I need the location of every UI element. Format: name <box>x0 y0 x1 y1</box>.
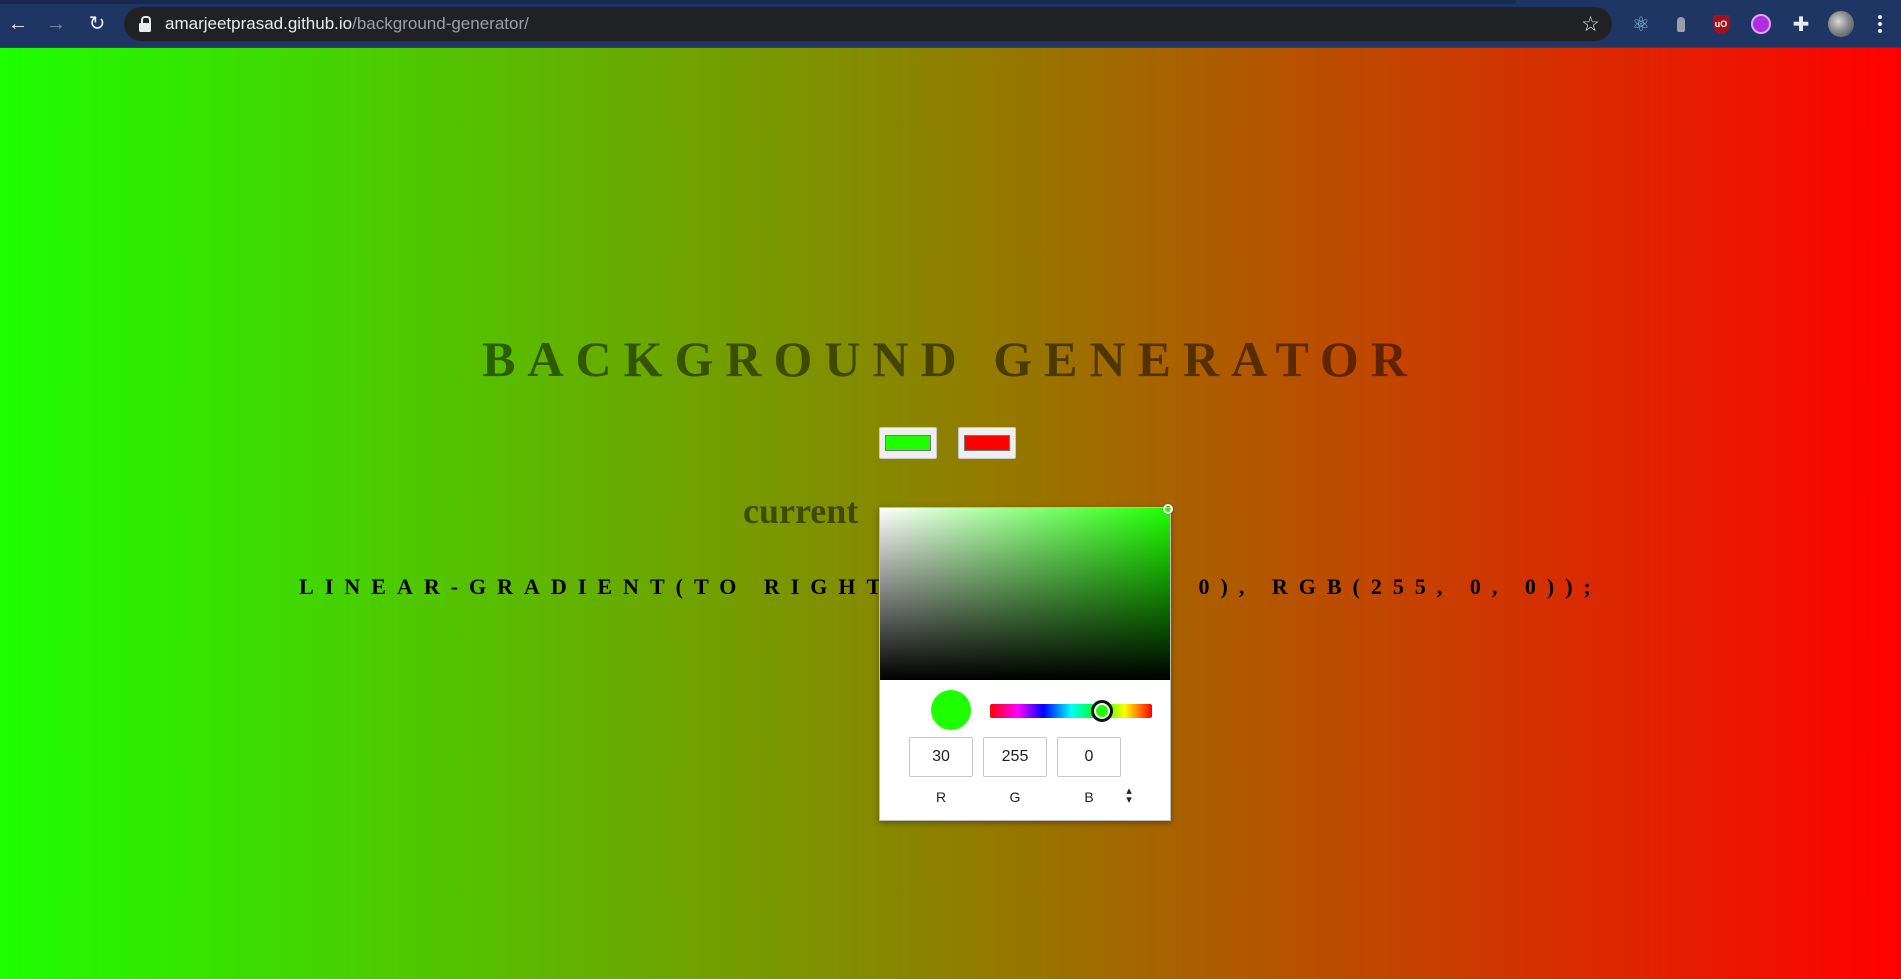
browser-menu-icon[interactable] <box>1872 10 1888 38</box>
bookmark-star-icon[interactable]: ☆ <box>1581 12 1600 37</box>
address-bar[interactable]: amarjeetprasad.github.io/background-gene… <box>124 7 1612 41</box>
purple-extension-icon[interactable] <box>1749 12 1773 36</box>
ublock-origin-icon[interactable]: uO <box>1709 12 1733 36</box>
tab-strip-edge <box>0 0 1516 4</box>
browser-toolbar: ← → ↻ amarjeetprasad.github.io/backgroun… <box>0 0 1901 48</box>
color-input-2[interactable] <box>958 427 1016 459</box>
format-toggle-icon[interactable]: ▴ ▾ <box>1123 786 1135 806</box>
bottle-extension-icon[interactable] <box>1669 12 1693 36</box>
color-2-swatch <box>964 435 1010 451</box>
color-picker-popup: R G B ▴▾ <box>879 504 1173 821</box>
g-label: G <box>1009 789 1021 805</box>
react-devtools-icon[interactable]: ⚛ <box>1629 12 1653 36</box>
url-host: amarjeetprasad.github.io <box>165 14 353 33</box>
r-label: R <box>935 789 947 805</box>
page-title: BACKGROUND GENERATOR <box>482 331 1419 387</box>
b-label: B <box>1084 789 1094 805</box>
hue-slider[interactable] <box>990 704 1152 718</box>
current-css-heading: current <box>743 491 859 531</box>
url-path: /background-generator/ <box>352 14 529 33</box>
color-input-1[interactable] <box>879 427 937 459</box>
b-input[interactable] <box>1057 737 1121 777</box>
reload-icon: ↻ <box>88 13 106 35</box>
color-1-swatch <box>885 435 931 451</box>
profile-avatar[interactable] <box>1828 11 1854 37</box>
gradient-background: BACKGROUND GENERATOR current LINEAR-GRAD… <box>0 48 1901 979</box>
saturation-value-area[interactable] <box>880 504 1173 680</box>
g-input[interactable] <box>983 737 1047 777</box>
saturation-handle[interactable] <box>1163 504 1173 514</box>
forward-button[interactable]: → <box>42 10 70 38</box>
lock-icon[interactable] <box>138 16 152 32</box>
extensions-puzzle-icon[interactable]: ✚ <box>1789 12 1813 36</box>
back-arrow-icon: ← <box>8 13 28 35</box>
forward-arrow-icon: → <box>46 13 66 35</box>
color-preview <box>931 690 971 730</box>
back-button[interactable]: ← <box>4 10 32 38</box>
r-input[interactable] <box>909 737 973 777</box>
reload-button[interactable]: ↻ <box>83 10 111 38</box>
hue-slider-handle[interactable] <box>1091 700 1113 722</box>
